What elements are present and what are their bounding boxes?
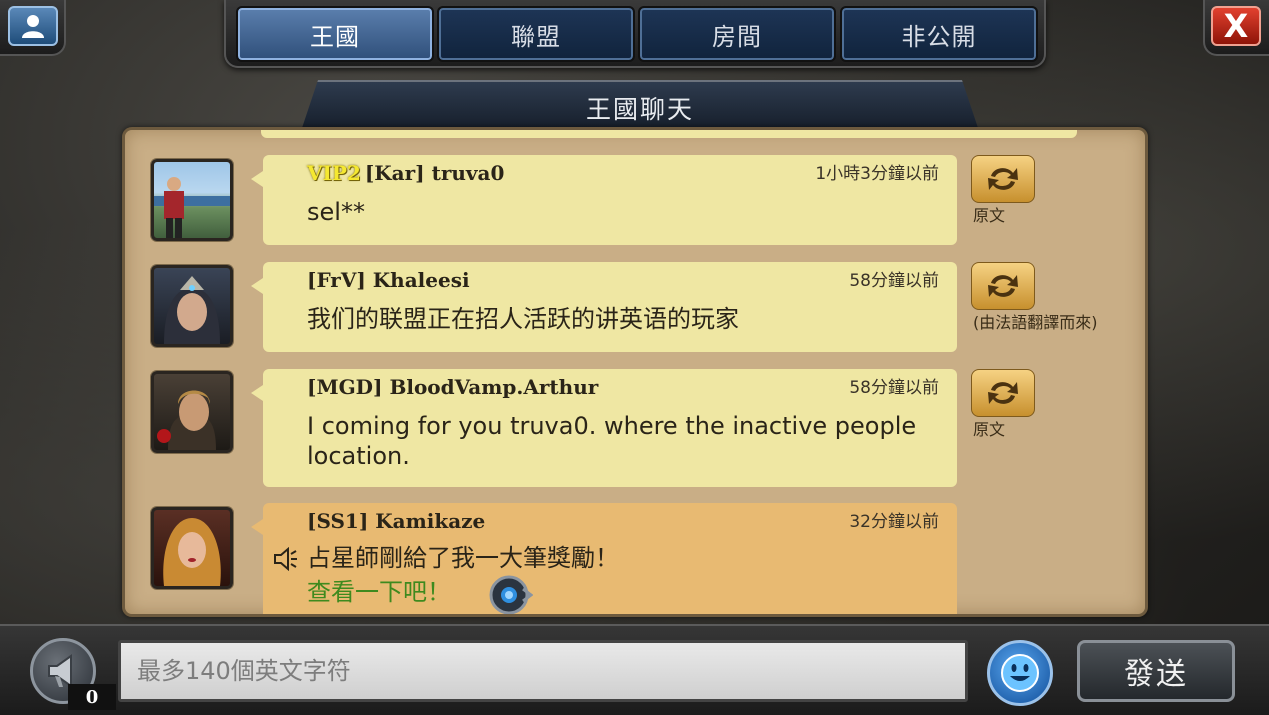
tab-kingdom[interactable]: 王國 [236, 6, 434, 62]
message-time: 58分鐘以前 [849, 271, 939, 291]
translate-button[interactable] [971, 262, 1035, 310]
previous-message-edge [261, 130, 1077, 138]
tab-private[interactable]: 非公開 [840, 6, 1038, 62]
message-bubble: [FrV] Khaleesi 58分鐘以前 我们的联盟正在招人活跃的讲英语的玩家 [251, 262, 957, 352]
message-sender: [SS1] Kamikaze [307, 509, 486, 533]
message-bubble: VIP2 [Kar] truva0 1小時3分鐘以前 sel** [251, 155, 957, 245]
smiley-icon [1001, 654, 1039, 692]
translate-label: 原文 [973, 420, 1006, 439]
avatar-warrior-portrait [157, 390, 216, 450]
vip-badge: VIP2 [307, 161, 361, 185]
message-text: 我们的联盟正在招人活跃的讲英语的玩家 [307, 305, 739, 333]
avatar-queen-portrait [164, 276, 220, 344]
translate-icon [988, 275, 1018, 297]
astrologer-orb-icon[interactable] [489, 575, 534, 614]
avatar[interactable] [151, 159, 233, 241]
message-sender: [MGD] BloodVamp.Arthur [307, 375, 599, 399]
emoji-button[interactable] [987, 640, 1053, 706]
close-button-frame: X [1203, 0, 1269, 56]
profile-button[interactable] [8, 6, 58, 46]
message-text: sel** [307, 198, 365, 226]
tab-alliance[interactable]: 聯盟 [437, 6, 635, 62]
avatar-man-photo [154, 177, 230, 238]
system-message-bubble: [SS1] Kamikaze 32分鐘以前 占星師剛給了我一大筆獎勵！ 查看一下… [251, 503, 957, 614]
message-time: 32分鐘以前 [849, 512, 939, 532]
chat-input[interactable] [118, 640, 968, 702]
translate-button[interactable] [971, 155, 1035, 203]
avatar[interactable] [151, 265, 233, 347]
chat-panel[interactable]: VIP2 [Kar] truva0 1小時3分鐘以前 sel** 原文 [FrV]… [122, 127, 1148, 617]
translate-icon [988, 168, 1018, 190]
message-bubble: [MGD] BloodVamp.Arthur 58分鐘以前 I coming f… [251, 369, 957, 487]
megaphone-count: 0 [68, 684, 116, 710]
message-time: 1小時3分鐘以前 [815, 164, 939, 184]
profile-button-frame [0, 0, 66, 56]
avatar[interactable] [151, 507, 233, 589]
translate-button[interactable] [971, 369, 1035, 417]
tab-bar: 王國 聯盟 房間 非公開 [224, 0, 1046, 68]
translate-label: (由法語翻譯而來) [973, 313, 1098, 332]
avatar[interactable] [151, 371, 233, 453]
message-text: I coming for you truva0. where the inact… [307, 412, 917, 470]
send-button[interactable]: 發送 [1077, 640, 1235, 702]
translate-label: 原文 [973, 206, 1006, 225]
translate-icon [988, 382, 1018, 404]
message-text: 占星師剛給了我一大筆獎勵！ [307, 544, 619, 572]
announcement-speaker-icon [273, 546, 299, 575]
message-sender: VIP2 [Kar] truva0 [307, 161, 505, 185]
tab-room[interactable]: 房間 [638, 6, 836, 62]
close-button[interactable]: X [1211, 6, 1261, 46]
page-title: 王國聊天 [300, 80, 980, 134]
message-sender: [FrV] Khaleesi [307, 268, 470, 292]
avatar-sorceress-portrait [163, 518, 221, 586]
user-icon [22, 15, 44, 38]
message-time: 58分鐘以前 [849, 378, 939, 398]
close-icon: X [1223, 7, 1249, 45]
check-it-link[interactable]: 查看一下吧！ [307, 577, 451, 607]
